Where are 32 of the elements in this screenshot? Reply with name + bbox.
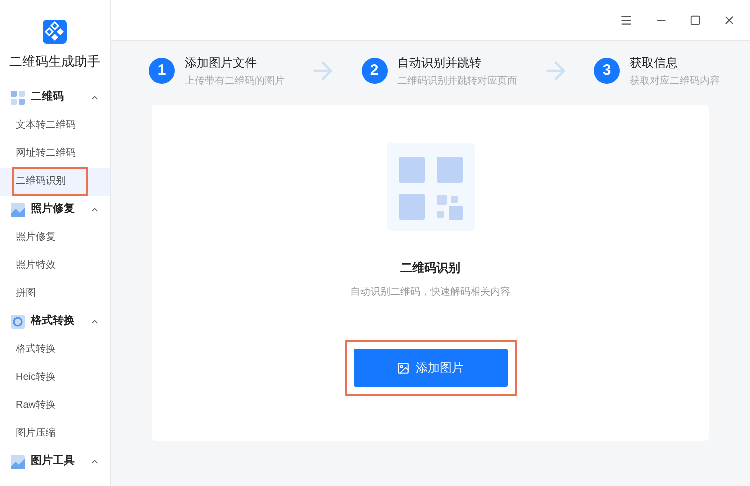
sidebar-item[interactable]: 拼图 <box>12 281 40 306</box>
app-title: 二维码生成助手 <box>10 53 100 71</box>
sidebar-group-header[interactable]: 格式转换 <box>0 308 110 336</box>
sidebar-item[interactable]: 二维码识别 <box>12 167 88 196</box>
sidebar-group-header[interactable]: 照片修复 <box>0 196 110 224</box>
sidebar-item[interactable]: 照片修复 <box>12 225 60 250</box>
app-logo-icon <box>43 20 67 44</box>
panel-description: 自动识别二维码，快速解码相关内容 <box>350 286 510 300</box>
step-subtitle: 二维码识别并跳转对应页面 <box>398 74 518 88</box>
close-icon[interactable] <box>723 14 736 26</box>
step-number-badge: 1 <box>149 58 175 84</box>
sidebar-item[interactable]: 格式转换 <box>12 337 60 362</box>
step-subtitle: 获取对应二维码内容 <box>630 74 720 88</box>
step-title: 获取信息 <box>630 54 679 72</box>
maximize-icon[interactable] <box>690 14 701 26</box>
sidebar-item[interactable]: 图片压缩 <box>12 421 60 446</box>
sidebar-item[interactable]: 照片特效 <box>12 253 60 278</box>
add-image-button[interactable]: 添加图片 <box>354 349 508 387</box>
sidebar-group-header[interactable]: 二维码 <box>0 84 110 112</box>
sidebar-item[interactable]: Heic转换 <box>12 365 60 390</box>
step-number-badge: 2 <box>362 58 388 84</box>
sidebar-item[interactable]: 文本转二维码 <box>12 113 80 138</box>
sidebar-group-header[interactable]: 图片工具 <box>0 448 110 476</box>
step-title: 自动识别并跳转 <box>398 54 482 72</box>
step-title: 添加图片文件 <box>185 54 258 72</box>
panel-title: 二维码识别 <box>400 260 460 277</box>
sidebar-item[interactable]: Raw转换 <box>12 393 60 418</box>
menu-icon[interactable] <box>620 14 633 26</box>
sidebar-item[interactable]: 网址转二维码 <box>12 141 80 166</box>
step-number-badge: 3 <box>594 58 620 84</box>
image-icon <box>397 362 410 374</box>
step-subtitle: 上传带有二维码的图片 <box>185 74 285 88</box>
